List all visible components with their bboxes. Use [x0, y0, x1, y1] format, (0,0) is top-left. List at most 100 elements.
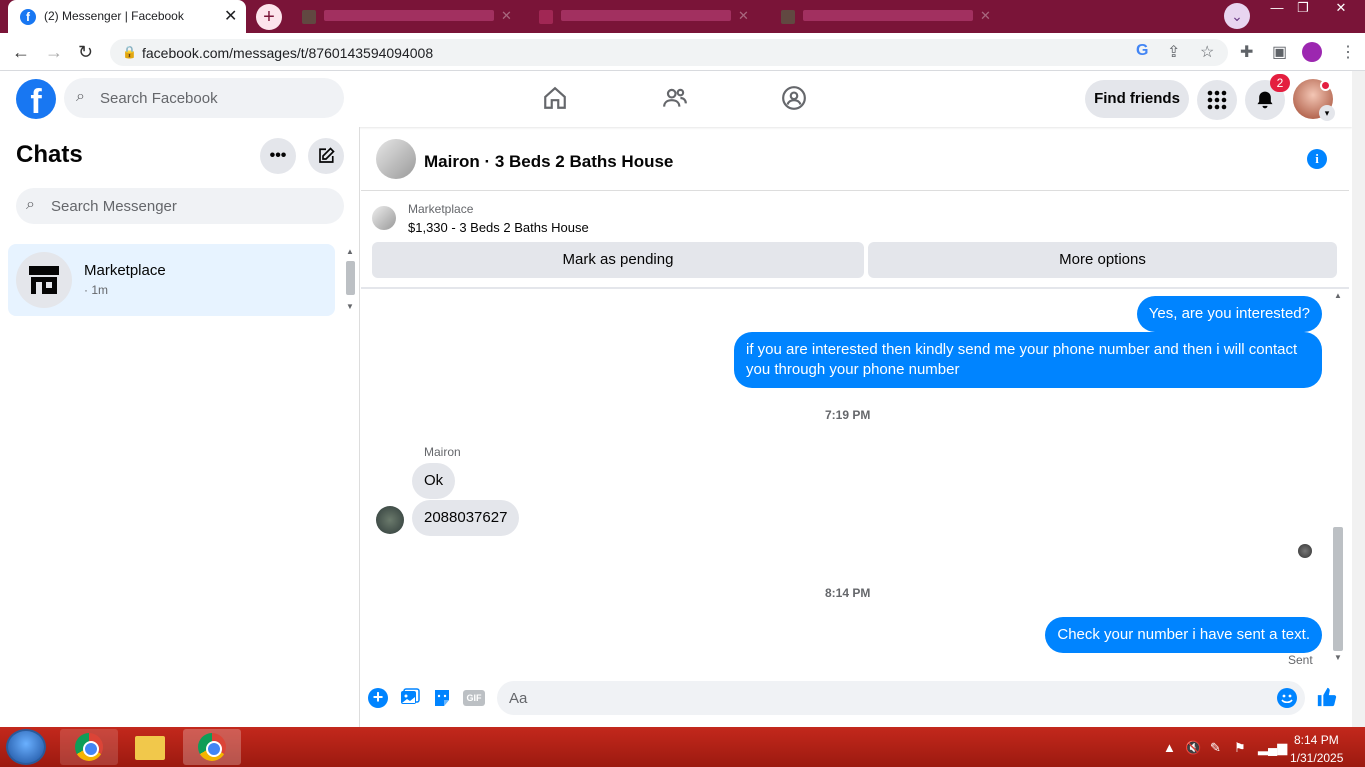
- message-timestamp: 8:14 PM: [825, 586, 871, 600]
- side-panel-icon[interactable]: ▣: [1272, 42, 1287, 62]
- more-options-icon[interactable]: •••: [260, 138, 296, 174]
- facebook-favicon-icon: f: [20, 9, 36, 25]
- back-icon[interactable]: ←: [12, 42, 30, 63]
- tab-messenger[interactable]: f (2) Messenger | Facebook ✕: [8, 0, 246, 33]
- extensions-icon[interactable]: ✚: [1240, 42, 1253, 62]
- new-tab-button[interactable]: +: [256, 4, 282, 30]
- volume-muted-icon[interactable]: 🔇: [1185, 740, 1201, 756]
- listing-detail[interactable]: $1,330 - 3 Beds 2 Baths House: [408, 220, 589, 235]
- url-text: facebook.com/messages/t/8760143594094008: [142, 45, 434, 61]
- find-friends-button[interactable]: Find friends: [1085, 80, 1189, 118]
- browser-menu-icon[interactable]: ⋮: [1340, 42, 1356, 62]
- groups-icon[interactable]: [779, 85, 809, 115]
- scroll-up-arrow-icon[interactable]: ▲: [346, 247, 354, 256]
- sheets-icon: [781, 10, 795, 24]
- taskbar-file-explorer-icon[interactable]: [121, 729, 179, 765]
- close-tab-icon[interactable]: ✕: [501, 8, 512, 24]
- mark-as-pending-button[interactable]: Mark as pending: [372, 242, 864, 278]
- tab-search-icon[interactable]: ⌄: [1224, 3, 1250, 29]
- windows-start-icon[interactable]: [6, 729, 46, 765]
- marketplace-avatar: [16, 252, 72, 308]
- tab-background-2[interactable]: ✕: [533, 5, 753, 29]
- chat-name: Marketplace: [84, 262, 166, 279]
- attach-photo-icon[interactable]: [400, 688, 420, 708]
- friends-icon[interactable]: [660, 85, 690, 115]
- outgoing-message[interactable]: Check your number i have sent a text.: [1045, 617, 1322, 653]
- incoming-message[interactable]: 2088037627: [412, 500, 520, 536]
- share-icon[interactable]: ⇪: [1167, 42, 1180, 62]
- page-scrollbar[interactable]: [1352, 71, 1365, 727]
- marketplace-label: Marketplace: [408, 202, 474, 216]
- google-lens-icon[interactable]: G: [1136, 42, 1148, 60]
- network-signal-icon[interactable]: ▂▄▆: [1258, 740, 1287, 756]
- search-placeholder: Search Facebook: [100, 90, 218, 107]
- action-center-flag-icon[interactable]: ⚑: [1234, 740, 1246, 756]
- menu-grid-icon[interactable]: [1197, 80, 1237, 120]
- reload-icon[interactable]: ↻: [78, 42, 93, 63]
- scrollbar-thumb[interactable]: [1333, 527, 1343, 651]
- show-hidden-icons-icon[interactable]: ▲: [1163, 740, 1176, 755]
- seen-indicator-avatar: [1298, 544, 1312, 558]
- chat-list-item-marketplace[interactable]: Marketplace · 1m: [8, 244, 335, 316]
- facebook-logo-icon[interactable]: f: [16, 79, 56, 119]
- scroll-down-arrow-icon[interactable]: ▼: [346, 302, 354, 311]
- taskbar-chrome-icon[interactable]: [60, 729, 118, 765]
- divider: [361, 287, 1349, 289]
- more-options-button[interactable]: More options: [868, 242, 1337, 278]
- address-bar[interactable]: 🔒 facebook.com/messages/t/87601435940940…: [110, 39, 1228, 66]
- close-tab-icon[interactable]: ✕: [980, 8, 991, 24]
- gif-icon[interactable]: GIF: [463, 690, 485, 706]
- chat-time: · 1m: [84, 283, 108, 297]
- message-status: Sent: [1288, 653, 1313, 667]
- sender-name: Mairon: [424, 445, 461, 459]
- chats-title: Chats: [16, 141, 83, 168]
- scrollbar-thumb[interactable]: [346, 261, 355, 295]
- notification-count-badge: 2: [1270, 74, 1290, 92]
- listing-thumbnail: [372, 206, 396, 230]
- new-message-icon[interactable]: [308, 138, 344, 174]
- forward-icon[interactable]: →: [45, 42, 63, 63]
- info-icon[interactable]: i: [1307, 149, 1327, 169]
- close-window-icon[interactable]: ✕: [1326, 0, 1356, 18]
- chats-scrollbar[interactable]: ▲ ▼: [343, 245, 358, 315]
- search-icon: ⌕: [76, 88, 85, 105]
- outgoing-message[interactable]: if you are interested then kindly send m…: [734, 332, 1322, 388]
- tab-background-1[interactable]: ✕: [296, 5, 516, 29]
- message-input[interactable]: Aa: [497, 681, 1305, 715]
- lock-icon: 🔒: [122, 45, 137, 59]
- emoji-icon[interactable]: [1277, 688, 1297, 708]
- close-tab-icon[interactable]: ✕: [224, 6, 237, 26]
- sticker-icon[interactable]: [432, 688, 452, 708]
- tab-background-3[interactable]: ✕: [775, 5, 995, 29]
- store-icon: [29, 266, 59, 294]
- conversation-avatar[interactable]: [376, 139, 416, 179]
- clock-date[interactable]: 1/31/2025: [1290, 751, 1343, 765]
- home-icon[interactable]: [540, 85, 570, 115]
- message-timestamp: 7:19 PM: [825, 408, 871, 422]
- thumbs-up-icon[interactable]: [1316, 686, 1338, 714]
- bookmark-star-icon[interactable]: ☆: [1200, 42, 1214, 62]
- messages-scrollbar[interactable]: ▲ ▼: [1330, 291, 1346, 667]
- profile-avatar-icon[interactable]: [1302, 42, 1322, 62]
- sender-avatar[interactable]: [376, 506, 404, 534]
- conversation-title[interactable]: Mairon · 3 Beds 2 Baths House: [424, 152, 673, 172]
- scroll-down-arrow-icon[interactable]: ▼: [1334, 653, 1342, 662]
- taskbar-chrome-profile-icon[interactable]: [183, 729, 241, 765]
- close-tab-icon[interactable]: ✕: [738, 8, 749, 24]
- pen-icon[interactable]: ✎: [1210, 740, 1221, 756]
- incoming-message[interactable]: Ok: [412, 463, 456, 499]
- search-facebook-input[interactable]: ⌕ Search Facebook: [64, 78, 344, 118]
- restore-icon[interactable]: ❐: [1288, 0, 1318, 18]
- outgoing-message[interactable]: Yes, are you interested?: [1136, 296, 1322, 332]
- more-actions-plus-icon[interactable]: +: [368, 688, 388, 708]
- chevron-down-icon[interactable]: ▾: [1319, 105, 1335, 121]
- sheets-icon: [302, 10, 316, 24]
- tab-title: (2) Messenger | Facebook: [44, 9, 184, 23]
- clock-time[interactable]: 8:14 PM: [1294, 733, 1339, 747]
- page-icon: [539, 10, 553, 24]
- message-placeholder: Aa: [509, 690, 528, 707]
- scroll-up-arrow-icon[interactable]: ▲: [1334, 291, 1342, 300]
- status-dot: [1320, 80, 1331, 91]
- search-messenger-input[interactable]: ⌕ Search Messenger: [16, 188, 344, 224]
- search-placeholder: Search Messenger: [51, 198, 177, 215]
